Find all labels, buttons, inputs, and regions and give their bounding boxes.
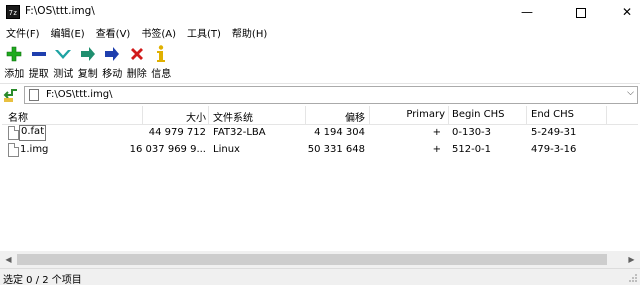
- extract-icon: [30, 44, 48, 63]
- file-name: 0.fat: [21, 126, 45, 137]
- up-folder-icon: [3, 89, 17, 102]
- column-divider[interactable]: [526, 106, 527, 125]
- file-offset: 4 194 304: [314, 127, 365, 138]
- status-text: 选定 0 / 2 个项目: [3, 275, 82, 285]
- status-bar: 选定 0 / 2 个项目: [0, 268, 640, 285]
- info-label: 信息: [151, 69, 172, 80]
- copy-button[interactable]: 复制: [76, 41, 101, 80]
- column-divider[interactable]: [606, 106, 607, 125]
- file-offset: 50 331 648: [307, 144, 365, 155]
- extract-button[interactable]: 提取: [27, 41, 52, 80]
- file-size: 16 037 969 9...: [129, 144, 206, 155]
- chevron-down-icon[interactable]: ⌵: [627, 88, 634, 98]
- info-button[interactable]: 信息: [149, 41, 174, 80]
- column-size[interactable]: 大小: [186, 109, 206, 124]
- add-icon: [5, 44, 23, 63]
- menu-edit[interactable]: 编辑(E): [51, 25, 90, 40]
- menu-file[interactable]: 文件(F): [6, 25, 45, 40]
- column-divider[interactable]: [448, 106, 449, 125]
- column-divider[interactable]: [369, 106, 370, 125]
- resize-grip-icon[interactable]: [628, 273, 638, 283]
- column-divider[interactable]: [142, 106, 143, 125]
- scroll-right-icon[interactable]: ▶: [623, 251, 640, 268]
- menu-help[interactable]: 帮助(H): [232, 25, 272, 40]
- title-bar: 7z F:\OS\ttt.img\ — ✕: [0, 0, 640, 24]
- delete-button[interactable]: 删除: [125, 41, 150, 80]
- file-size: 44 979 712: [148, 127, 206, 138]
- file-begin-chs: 0-130-3: [452, 127, 492, 138]
- test-icon: [54, 44, 72, 63]
- copy-label: 复制: [77, 69, 98, 80]
- file-name: 1.img: [20, 144, 49, 155]
- extract-label: 提取: [28, 69, 49, 80]
- menu-view[interactable]: 查看(V): [96, 25, 136, 40]
- test-button[interactable]: 测试: [51, 41, 76, 80]
- table-row[interactable]: 1.img 16 037 969 9... Linux 50 331 648 +…: [2, 142, 638, 159]
- column-header: 名称 大小 文件系统 偏移 Primary Begin CHS End CHS: [2, 106, 638, 125]
- maximize-button[interactable]: [558, 0, 604, 24]
- file-system: Linux: [213, 144, 240, 155]
- column-begin-chs[interactable]: Begin CHS: [452, 109, 505, 120]
- address-input[interactable]: F:\OS\ttt.img\ ⌵: [24, 86, 638, 104]
- column-filesystem[interactable]: 文件系统: [213, 109, 253, 124]
- column-end-chs[interactable]: End CHS: [531, 109, 574, 120]
- file-list: 名称 大小 文件系统 偏移 Primary Begin CHS End CHS …: [2, 106, 638, 251]
- window-title: F:\OS\ttt.img\: [25, 5, 95, 17]
- address-path: F:\OS\ttt.img\: [46, 89, 113, 100]
- document-icon: [29, 89, 39, 101]
- add-button[interactable]: 添加: [2, 41, 27, 80]
- file-end-chs: 479-3-16: [531, 144, 577, 155]
- delete-label: 删除: [126, 69, 147, 80]
- address-bar: F:\OS\ttt.img\ ⌵: [0, 83, 640, 105]
- maximize-icon: [576, 7, 586, 18]
- toolbar: 添加 提取 测试 复制 移动 删除 信息: [0, 41, 640, 80]
- add-label: 添加: [4, 69, 25, 80]
- move-label: 移动: [102, 69, 123, 80]
- table-row[interactable]: 0.fat 44 979 712 FAT32-LBA 4 194 304 + 0…: [2, 125, 638, 142]
- copy-icon: [79, 44, 97, 63]
- scrollbar-thumb[interactable]: [17, 254, 607, 265]
- test-label: 测试: [53, 69, 74, 80]
- horizontal-scrollbar[interactable]: ◀ ▶: [0, 251, 640, 268]
- file-icon: [8, 126, 19, 140]
- file-begin-chs: 512-0-1: [452, 144, 492, 155]
- column-divider[interactable]: [305, 106, 306, 125]
- menu-bar: 文件(F) 编辑(E) 查看(V) 书签(A) 工具(T) 帮助(H): [0, 24, 640, 41]
- minimize-button[interactable]: —: [504, 0, 550, 24]
- file-primary: +: [432, 127, 441, 138]
- move-icon: [103, 44, 121, 63]
- column-primary[interactable]: Primary: [406, 109, 445, 120]
- menu-tools[interactable]: 工具(T): [187, 25, 226, 40]
- file-end-chs: 5-249-31: [531, 127, 577, 138]
- close-button[interactable]: ✕: [604, 0, 640, 24]
- file-icon: [8, 143, 19, 157]
- column-offset[interactable]: 偏移: [345, 109, 365, 124]
- app-icon: 7z: [6, 5, 20, 19]
- delete-icon: [128, 44, 146, 63]
- info-icon: [152, 44, 170, 63]
- column-divider[interactable]: [208, 106, 209, 125]
- file-system: FAT32-LBA: [213, 127, 266, 138]
- file-name-focus: 0.fat: [19, 125, 47, 141]
- file-primary: +: [432, 144, 441, 155]
- scroll-left-icon[interactable]: ◀: [0, 251, 17, 268]
- move-button[interactable]: 移动: [100, 41, 125, 80]
- column-name[interactable]: 名称: [8, 109, 28, 124]
- menu-bookmarks[interactable]: 书签(A): [141, 25, 181, 40]
- up-folder-button[interactable]: [3, 87, 19, 103]
